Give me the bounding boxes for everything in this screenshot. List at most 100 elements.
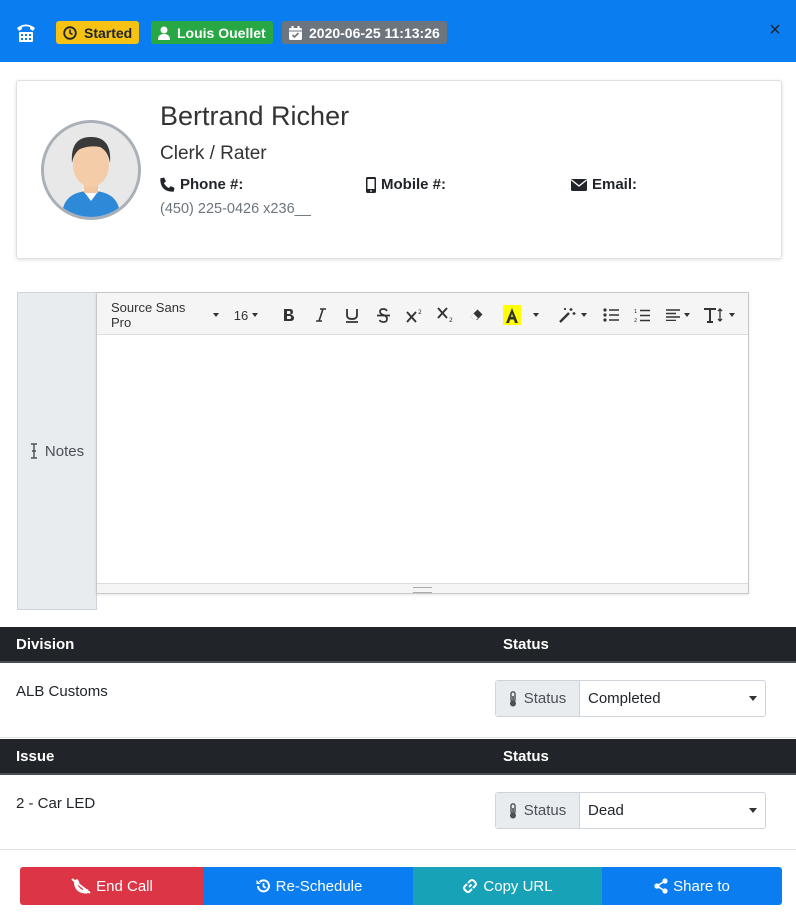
division-status-column-header: Status <box>503 636 549 653</box>
contact-role: Clerk / Rater <box>160 143 267 164</box>
svg-text:1: 1 <box>634 309 637 315</box>
phone-value[interactable]: (450) 225-0426 x236__ <box>160 201 311 217</box>
superscript-button[interactable]: 2 <box>402 302 428 328</box>
close-button[interactable]: × <box>767 20 783 40</box>
ordered-list-icon: 12 <box>634 309 650 323</box>
user-badge-label: Louis Ouellet <box>177 24 266 41</box>
font-size-value: 16 <box>233 307 249 323</box>
ordered-list-button[interactable]: 12 <box>630 302 654 328</box>
divider <box>0 849 796 850</box>
phone-icon <box>160 177 175 192</box>
reschedule-button[interactable]: Re-Schedule <box>204 867 413 905</box>
strikethrough-icon <box>376 307 390 323</box>
calendar-check-icon <box>289 25 302 40</box>
issue-status-select[interactable]: Dead <box>580 793 765 828</box>
mobile-label: Mobile #: <box>381 176 447 193</box>
font-family-value: Source Sans Pro <box>111 300 186 330</box>
font-size-dropdown[interactable]: 16 <box>231 302 261 328</box>
subscript-button[interactable]: 2 <box>433 302 459 328</box>
envelope-icon <box>571 178 587 191</box>
clock-icon <box>63 25 77 40</box>
divider <box>0 737 796 738</box>
contact-card: Bertrand Richer Clerk / Rater Phone #: M… <box>16 80 782 259</box>
email-label: Email: <box>592 176 638 193</box>
bold-button[interactable] <box>277 302 301 328</box>
contact-name: Bertrand Richer <box>160 101 350 131</box>
editor-resize-handle[interactable] <box>97 583 748 593</box>
phone-slash-icon <box>71 878 91 894</box>
status-addon: Status <box>496 681 580 716</box>
share-to-button[interactable]: Share to <box>602 867 782 905</box>
thermometer-icon <box>509 690 516 706</box>
chevron-down-icon <box>749 696 757 701</box>
issue-status-select-group: Status Dead <box>495 792 766 829</box>
svg-text:2: 2 <box>634 318 637 323</box>
link-icon <box>463 879 478 893</box>
phone-icon <box>17 24 35 42</box>
bold-icon <box>284 309 294 321</box>
underline-icon <box>346 308 358 323</box>
chevron-down-icon <box>581 313 587 317</box>
text-color-icon <box>503 305 521 325</box>
share-alt-icon <box>654 878 668 894</box>
notes-label-text: Notes <box>44 442 85 460</box>
font-family-dropdown[interactable]: Source Sans Pro <box>111 300 219 330</box>
issue-table-header: Issue Status <box>0 739 796 775</box>
paragraph-align-dropdown[interactable] <box>663 302 693 328</box>
italic-button[interactable] <box>309 302 333 328</box>
line-height-dropdown[interactable] <box>703 302 735 328</box>
eraser-button[interactable] <box>465 302 487 328</box>
unordered-list-button[interactable] <box>599 302 623 328</box>
chevron-down-icon <box>749 808 757 813</box>
issue-status-value: Dead <box>588 802 624 819</box>
status-badge-label: Started <box>84 24 133 41</box>
modal-header: Started Louis Ouellet 2020-06-25 11:13:2… <box>0 0 796 62</box>
notes-editor: Source Sans Pro 16 2 2 1 2 <box>96 292 749 594</box>
copy-url-button[interactable]: Copy URL <box>413 867 602 905</box>
issue-name: 2 - Car LED <box>16 795 96 812</box>
action-button-group: End Call Re-Schedule Copy URL Share to <box>20 867 782 905</box>
text-height-icon <box>704 308 723 323</box>
phone-label: Phone #: <box>180 176 244 193</box>
chevron-down-icon <box>213 313 219 317</box>
division-status-select[interactable]: Completed <box>580 681 765 716</box>
magic-wand-icon <box>559 308 576 323</box>
highlight-color-dropdown[interactable] <box>529 302 543 328</box>
user-icon <box>158 26 170 40</box>
strikethrough-button[interactable] <box>371 302 395 328</box>
editor-toolbar: Source Sans Pro 16 2 2 1 2 <box>97 293 748 335</box>
share-to-label: Share to <box>673 877 730 895</box>
notes-label: Notes <box>17 292 97 610</box>
issue-status-column-header: Status <box>503 748 549 765</box>
notes-textarea[interactable] <box>97 335 748 585</box>
underline-button[interactable] <box>340 302 364 328</box>
mobile-field-label: Mobile #: <box>366 176 446 193</box>
highlight-color-button[interactable] <box>501 302 523 328</box>
division-status-select-group: Status Completed <box>495 680 766 717</box>
division-column-header: Division <box>16 636 75 653</box>
status-addon-label: Status <box>523 690 567 707</box>
email-field-label: Email: <box>571 176 637 193</box>
mobile-icon <box>366 176 376 193</box>
status-badge: Started <box>56 21 140 44</box>
division-table-header: Division Status <box>0 627 796 663</box>
status-addon-label: Status <box>523 802 567 819</box>
copy-url-label: Copy URL <box>483 877 553 895</box>
division-name: ALB Customs <box>16 683 108 700</box>
avatar <box>41 120 141 220</box>
unordered-list-icon <box>603 308 619 322</box>
svg-text:2: 2 <box>418 309 422 316</box>
chevron-down-icon <box>252 313 259 317</box>
end-call-button[interactable]: End Call <box>20 867 204 905</box>
avatar-illustration <box>44 123 138 217</box>
magic-style-dropdown[interactable] <box>557 302 589 328</box>
chevron-down-icon <box>684 313 690 317</box>
align-left-icon <box>666 309 680 321</box>
italic-icon <box>316 308 326 322</box>
chevron-down-icon <box>729 313 735 317</box>
thermometer-icon <box>509 802 516 818</box>
text-cursor-icon <box>30 443 37 459</box>
chevron-down-icon <box>533 313 539 317</box>
date-badge-label: 2020-06-25 11:13:26 <box>309 24 440 41</box>
end-call-label: End Call <box>96 877 153 895</box>
